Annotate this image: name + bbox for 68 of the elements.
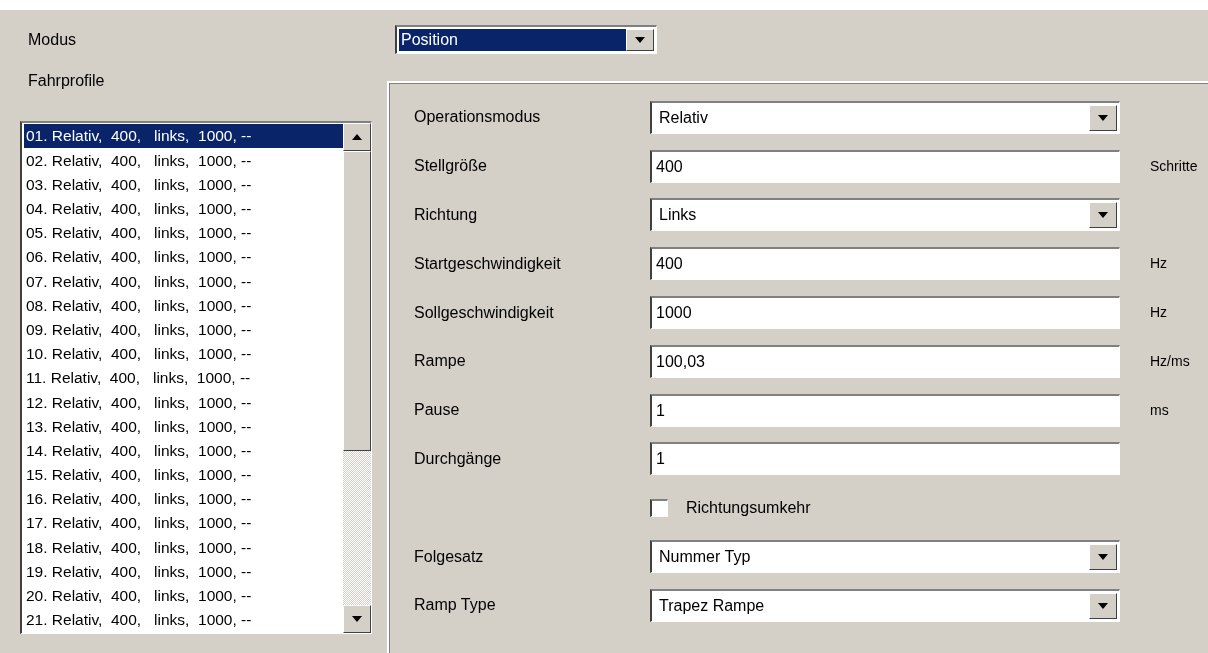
profile-list-item[interactable]: 04. Relativ, 400, links, 1000, --	[24, 196, 343, 221]
profile-list-item[interactable]: 06. Relativ, 400, links, 1000, --	[24, 244, 343, 270]
profile-list-item[interactable]: 21. Relativ, 400, links, 1000, --	[24, 607, 343, 632]
dropdown-field[interactable]: Nummer Typ	[650, 540, 1120, 574]
field-label: Startgeschwindigkeit	[414, 253, 562, 274]
dropdown-arrow-button[interactable]	[1089, 202, 1117, 229]
profile-list-item[interactable]: 12. Relativ, 400, links, 1000, --	[24, 390, 343, 415]
unit-label: Hz	[1150, 254, 1168, 274]
input-field[interactable]: 1000	[650, 296, 1120, 330]
profile-list-item[interactable]: 07. Relativ, 400, links, 1000, --	[24, 269, 343, 294]
profile-list-item[interactable]: 09. Relativ, 400, links, 1000, --	[24, 317, 343, 342]
field-label: Richtung	[414, 205, 479, 225]
field-label: Durchgänge	[414, 448, 503, 469]
field-label: Folgesatz	[414, 546, 485, 567]
dropdown-arrow-button[interactable]	[1089, 544, 1117, 571]
profile-list-item[interactable]: 18. Relativ, 400, links, 1000, --	[24, 535, 343, 560]
checkbox-label[interactable]: Richtungsumkehr	[686, 495, 811, 520]
profile-list-item[interactable]: 01. Relativ, 400, links, 1000, --	[24, 124, 343, 149]
modus-dropdown[interactable]: Position	[395, 25, 657, 54]
field-label: Stellgröße	[414, 156, 488, 177]
input-field[interactable]: 400	[650, 247, 1120, 281]
scrollbar[interactable]	[343, 123, 371, 633]
caret-down-icon	[1098, 602, 1108, 609]
field-label: Sollgeschwindigkeit	[414, 302, 555, 323]
caret-up-icon	[352, 134, 362, 140]
dropdown-arrow-button[interactable]	[1089, 104, 1117, 131]
input-field[interactable]: 100,03	[650, 344, 1120, 378]
field-label: Ramp Type	[414, 595, 497, 616]
profile-list-item[interactable]: 19. Relativ, 400, links, 1000, --	[24, 559, 343, 584]
checkbox[interactable]	[650, 498, 668, 517]
profiles-label: Fahrprofile	[28, 71, 105, 91]
caret-down-icon	[1098, 554, 1108, 561]
input-field[interactable]: 1	[650, 442, 1120, 476]
profile-list-item[interactable]: 05. Relativ, 400, links, 1000, --	[24, 220, 343, 245]
profile-list-item[interactable]: 11. Relativ, 400, links, 1000, --	[24, 365, 343, 391]
dropdown-arrow-button[interactable]	[343, 123, 371, 151]
profile-list-item[interactable]: 16. Relativ, 400, links, 1000, --	[24, 486, 343, 511]
scrollbar-thumb[interactable]	[343, 151, 371, 451]
profile-list-item[interactable]: 14. Relativ, 400, links, 1000, --	[24, 438, 343, 463]
unit-label: Hz	[1150, 303, 1168, 323]
unit-label: ms	[1150, 400, 1169, 420]
profile-list[interactable]	[20, 121, 372, 634]
profile-list-item[interactable]: 10. Relativ, 400, links, 1000, --	[24, 341, 343, 366]
profile-list-item[interactable]: 08. Relativ, 400, links, 1000, --	[24, 293, 343, 318]
dropdown-field[interactable]: Links	[650, 198, 1120, 232]
dropdown-arrow-button[interactable]	[343, 605, 371, 633]
profile-list-item[interactable]: 13. Relativ, 400, links, 1000, --	[24, 414, 343, 439]
dropdown-field[interactable]: Relativ	[650, 100, 1120, 134]
field-label: Operationsmodus	[414, 107, 542, 128]
profile-list-item[interactable]: 03. Relativ, 400, links, 1000, --	[24, 172, 343, 197]
field-label: Rampe	[414, 351, 467, 372]
profile-list-item[interactable]: 20. Relativ, 400, links, 1000, --	[24, 583, 343, 608]
profile-list-item[interactable]: 15. Relativ, 400, links, 1000, --	[24, 462, 343, 487]
dropdown-field[interactable]: Trapez Rampe	[650, 588, 1120, 622]
dropdown-arrow-button[interactable]	[626, 29, 654, 51]
profile-list-item[interactable]: 17. Relativ, 400, links, 1000, --	[24, 511, 343, 536]
caret-down-icon	[352, 616, 362, 622]
caret-down-icon	[1098, 114, 1108, 121]
modus-label: Modus	[28, 29, 78, 50]
dropdown-arrow-button[interactable]	[1089, 592, 1117, 619]
caret-down-icon	[1098, 212, 1108, 219]
field-label: Pause	[414, 400, 461, 421]
caret-down-icon	[635, 37, 645, 43]
input-field[interactable]: 1	[650, 393, 1120, 427]
profile-list-item[interactable]: 02. Relativ, 400, links, 1000, --	[24, 148, 343, 173]
input-field[interactable]: 400	[650, 149, 1120, 183]
unit-label: Schritte	[1150, 156, 1198, 176]
unit-label: Hz/ms	[1150, 351, 1190, 371]
